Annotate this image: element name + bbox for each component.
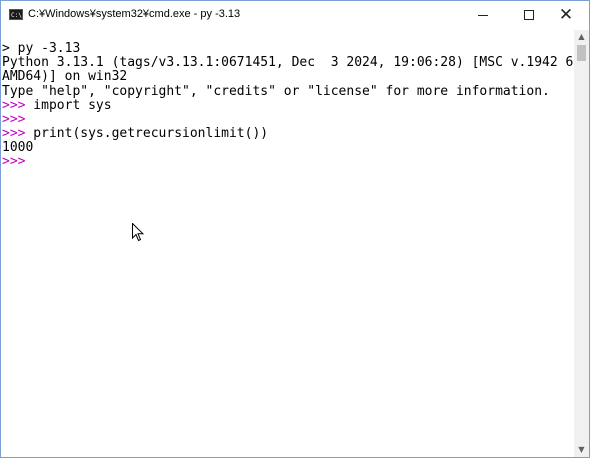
vertical-scrollbar[interactable]: ▲ ▼ (574, 30, 589, 457)
console-line: AMD64)] on win32 (2, 70, 127, 84)
console-text: AMD64)] on win32 (2, 69, 128, 84)
console-line: Python 3.13.1 (tags/v3.13.1:0671451, Dec… (2, 55, 590, 70)
window-title: C:¥Windows¥system32¥cmd.exe - py -3.13 (28, 8, 241, 20)
console-text: 1000 (2, 140, 34, 155)
console-text: Python 3.13.1 (tags/v3.13.1:0671451, Dec… (2, 55, 590, 70)
arrow-down-icon[interactable]: ▼ (574, 443, 589, 457)
console-text: Type "help", "copyright", "credits" or "… (2, 84, 550, 99)
console-line: > py -3.13 (2, 42, 80, 56)
console-output[interactable]: > py -3.13 Python 3.13.1 (tags/v3.13.1:0… (1, 30, 589, 457)
console-line: 1000 (2, 141, 33, 155)
arrow-up-icon[interactable]: ▲ (574, 30, 589, 44)
close-icon: ✕ (558, 5, 574, 25)
close-button[interactable]: ✕ (543, 1, 589, 30)
console-prompt: >>> (2, 98, 26, 113)
console-text: > py -3.13 (2, 41, 81, 56)
console-prompt: >>> (2, 112, 26, 127)
maximize-icon (524, 10, 534, 20)
console-line: >>> print(sys.getrecursionlimit()) (2, 127, 268, 141)
minimize-icon (478, 15, 488, 16)
console-line: >>> (2, 113, 25, 127)
scrollbar-thumb[interactable] (577, 45, 586, 61)
console-text: import sys (25, 98, 112, 113)
minimize-button[interactable] (460, 1, 506, 30)
console-prompt: >>> (2, 154, 26, 169)
console-prompt: >>> (2, 126, 26, 141)
cmd-app-icon[interactable]: C:\ (9, 9, 23, 20)
console-line: Type "help", "copyright", "credits" or "… (2, 85, 550, 99)
title-bar[interactable]: C:\ C:¥Windows¥system32¥cmd.exe - py -3.… (1, 1, 589, 30)
cmd-window: C:\ C:¥Windows¥system32¥cmd.exe - py -3.… (0, 0, 590, 458)
console-line: >>> (2, 155, 25, 169)
mouse-pointer-icon (132, 223, 144, 242)
console-text: print(sys.getrecursionlimit()) (25, 126, 269, 141)
console-line: >>> import sys (2, 99, 112, 113)
